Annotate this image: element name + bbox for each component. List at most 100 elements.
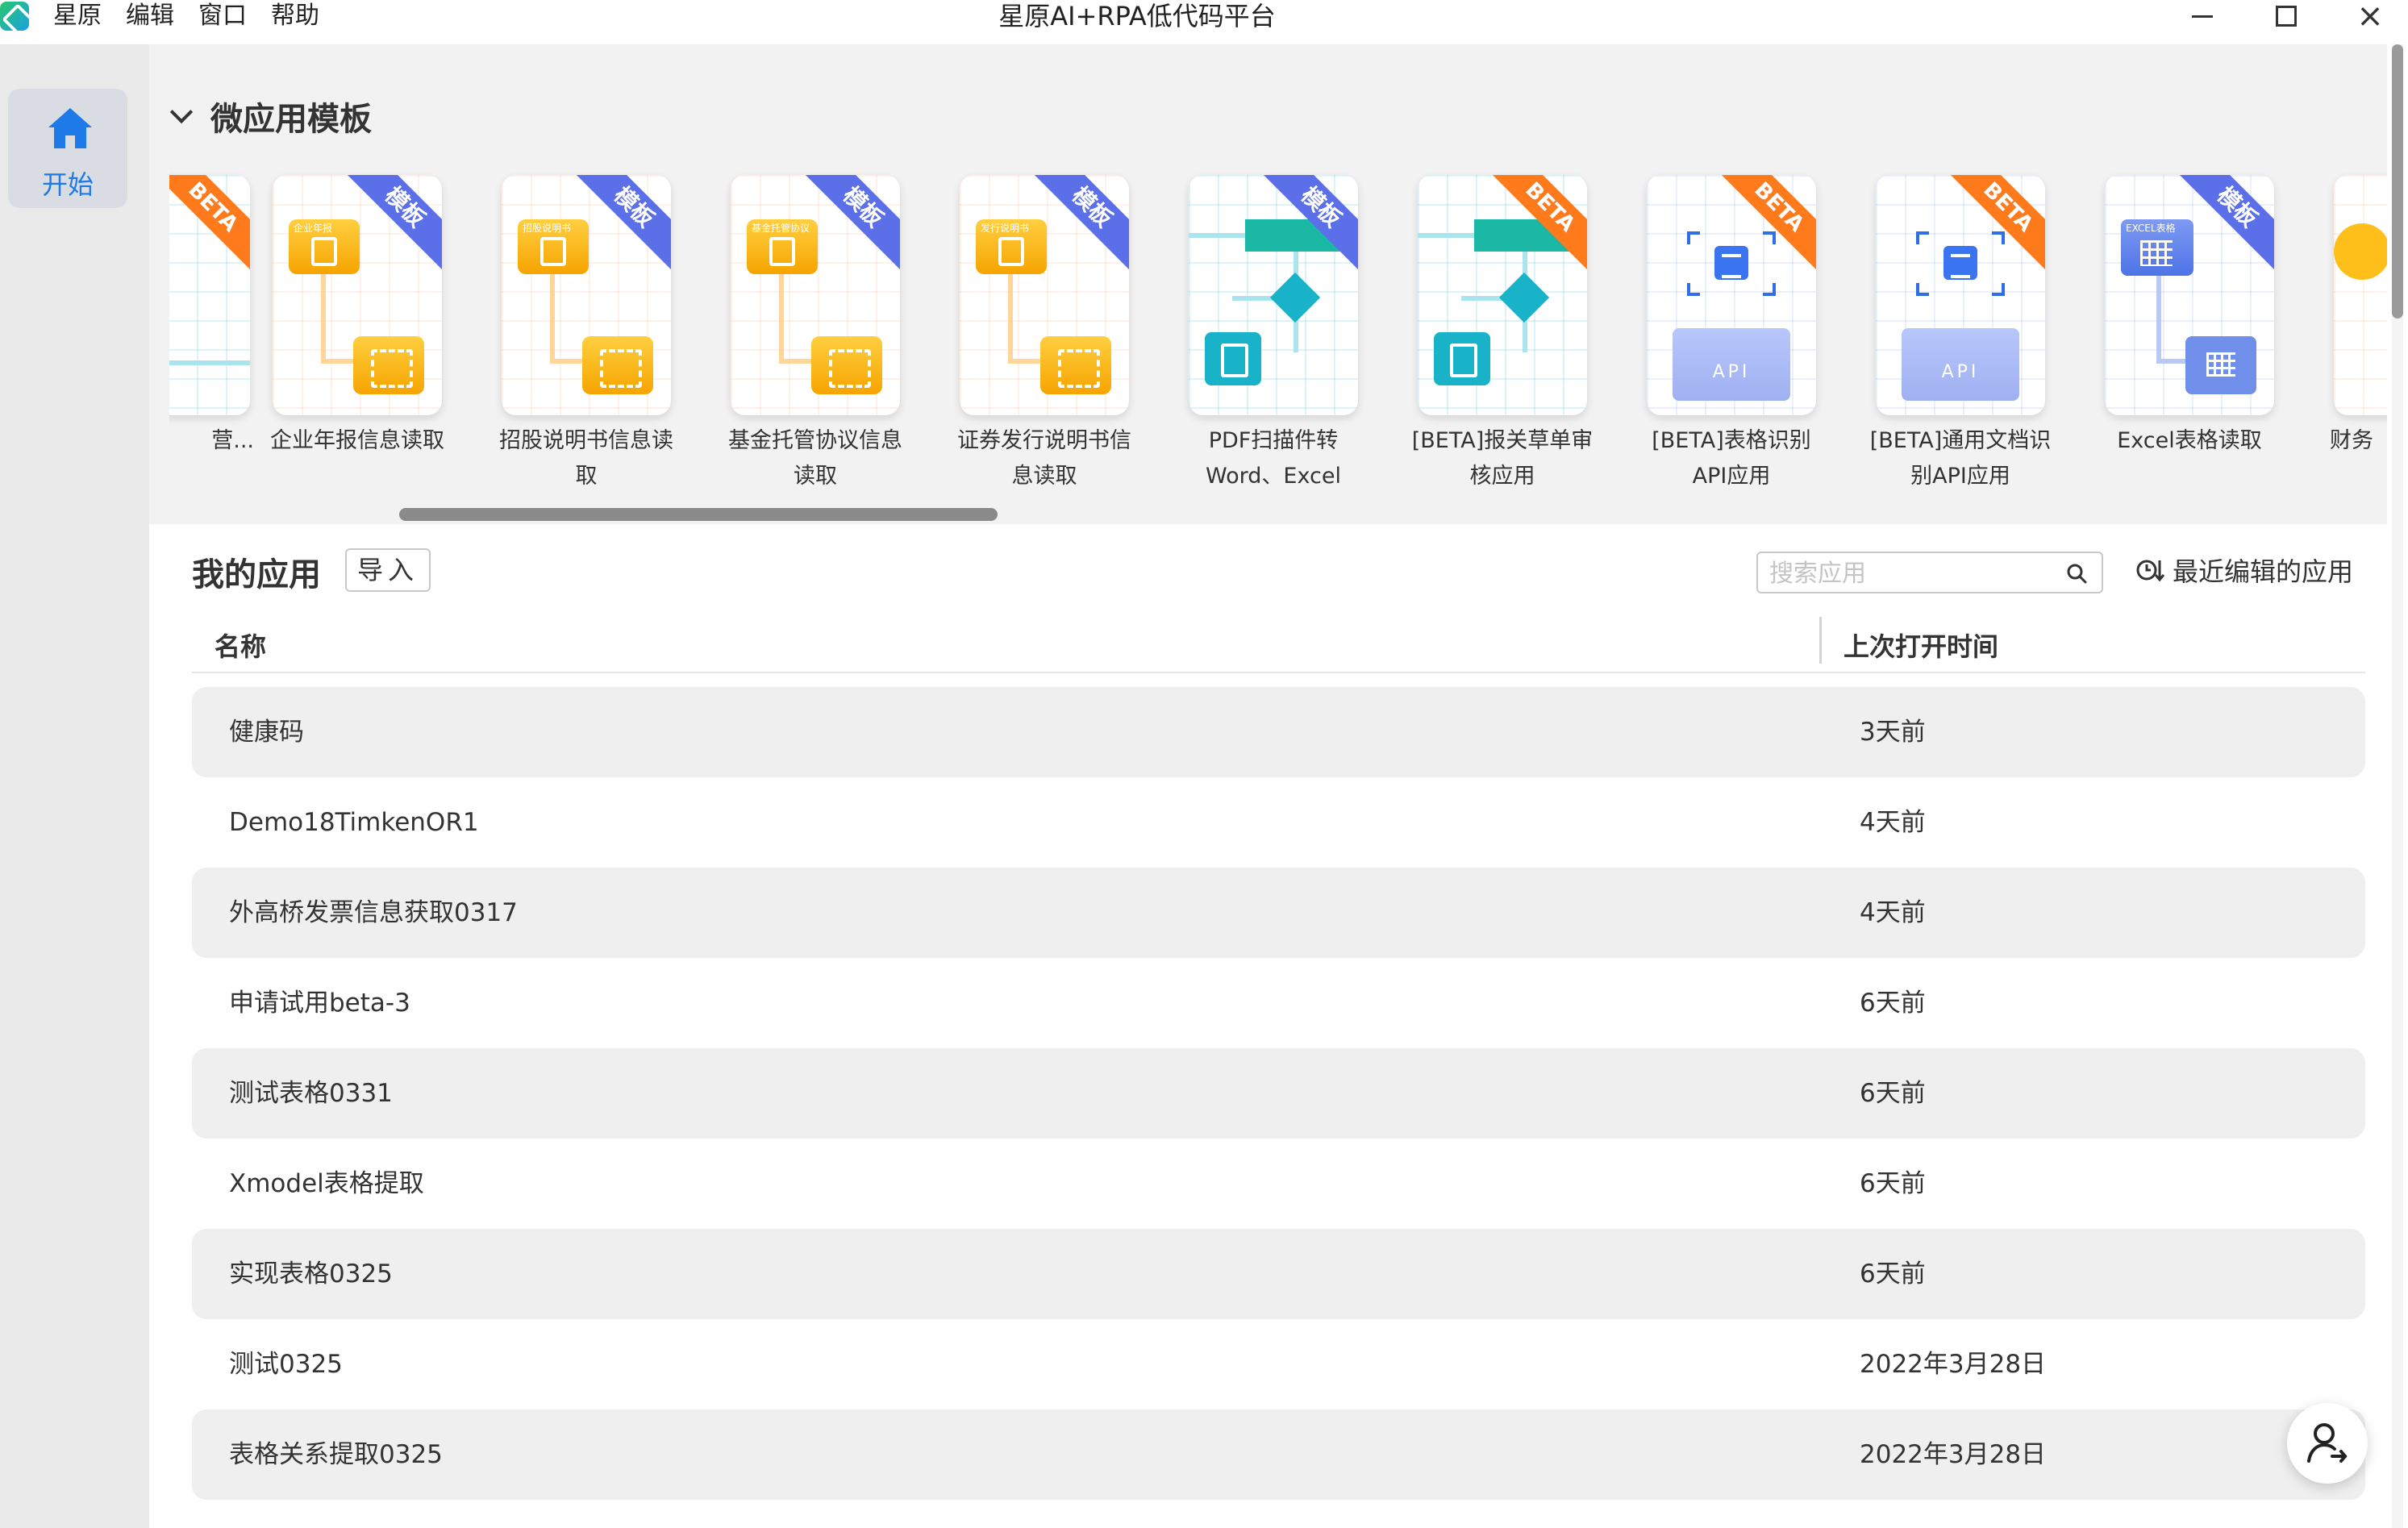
template-card-label: Excel表格读取 <box>2117 428 2262 453</box>
coin-icon <box>2334 223 2387 280</box>
document-icon: 企业年报 <box>289 219 360 274</box>
import-button[interactable]: 导入 <box>345 548 431 592</box>
template-card[interactable]: API BETA [BETA]表格识别API应用 <box>1647 175 1816 494</box>
app-name: 健康码 <box>229 718 304 747</box>
title-bar: 星原 编辑 窗口 帮助 星原AI+RPA低代码平台 × <box>0 0 2408 32</box>
template-card-label: 企业年报信息读取 <box>270 428 444 453</box>
app-name: Xmodel表格提取 <box>229 1169 424 1198</box>
search-field[interactable] <box>1756 552 2103 593</box>
last-opened-time: 6天前 <box>1860 1259 1926 1289</box>
spreadsheet-icon: EXCEL表格 <box>2121 219 2193 276</box>
table-row[interactable]: Xmodel表格提取 6天前 <box>192 1139 2365 1229</box>
document-icon: 基金托管协议 <box>747 219 818 274</box>
table-row[interactable]: 测试表格0331 6天前 <box>192 1048 2365 1139</box>
document-icon <box>1205 332 1261 385</box>
close-button[interactable]: × <box>2334 0 2406 32</box>
last-opened-time: 3天前 <box>1860 718 1926 747</box>
close-icon: × <box>2356 0 2384 35</box>
text-recognition-icon <box>1916 231 2005 296</box>
sort-recent-button[interactable]: 最近编辑的应用 <box>2135 548 2353 592</box>
last-opened-time: 4天前 <box>1860 808 1926 837</box>
template-card[interactable]: EXCEL表格 模板 Excel表格读取 <box>2105 175 2274 459</box>
scan-icon <box>353 336 424 394</box>
template-card-label: 营... <box>211 428 254 453</box>
template-thumbnail: API BETA <box>1647 175 1816 415</box>
template-card[interactable]: BETA 营... <box>169 175 254 459</box>
template-section-header[interactable]: 微应用模板 <box>169 93 372 139</box>
app-name: 外高桥发票信息获取0317 <box>229 898 518 927</box>
template-card-label: 基金托管协议信息读取 <box>728 428 902 489</box>
app-name: 测试0325 <box>229 1350 343 1379</box>
app-name: 测试表格0331 <box>229 1079 393 1108</box>
user-assist-icon <box>2307 1423 2348 1463</box>
template-thumbnail: 基金托管协议 模板 <box>731 175 900 415</box>
scan-icon <box>582 336 653 394</box>
menu-edit[interactable]: 编辑 <box>126 0 174 32</box>
last-opened-time: 6天前 <box>1860 1169 1926 1198</box>
template-card-label: [BETA]通用文档识别API应用 <box>1869 428 2052 489</box>
menu-window[interactable]: 窗口 <box>198 0 247 32</box>
app-name: 申请试用beta-3 <box>229 989 410 1018</box>
template-card-label: 财务 <box>2330 428 2373 453</box>
table-row[interactable]: 测试0325 2022年3月28日 <box>192 1319 2365 1409</box>
api-box-icon: API <box>1902 328 2019 401</box>
menu-xingyuan[interactable]: 星原 <box>53 0 102 32</box>
sidebar-item-label: 开始 <box>41 169 94 200</box>
template-thumbnail: API BETA <box>1876 175 2045 415</box>
minimize-button[interactable] <box>2166 0 2239 32</box>
template-thumbnail: 企业年报 模板 <box>273 175 442 415</box>
template-card[interactable]: 发行说明书 模板 证券发行说明书信息读取 <box>957 175 1131 494</box>
column-divider[interactable] <box>1819 617 1822 664</box>
app-name: Demo18TimkenOR1 <box>229 808 479 837</box>
page-scrollbar-thumb[interactable] <box>2392 44 2403 319</box>
my-apps-title: 我的应用 <box>192 556 321 593</box>
template-card-label: [BETA]表格识别API应用 <box>1652 428 1811 489</box>
template-thumbnail: EXCEL表格 模板 <box>2105 175 2274 415</box>
user-support-button[interactable] <box>2287 1403 2368 1484</box>
search-icon[interactable] <box>2066 563 2087 584</box>
template-thumbnail: BETA <box>1418 175 1587 415</box>
chevron-down-icon[interactable] <box>169 100 194 124</box>
last-opened-time: 4天前 <box>1860 898 1926 927</box>
app-logo <box>0 2 29 31</box>
search-input[interactable] <box>1769 556 2060 590</box>
menu-help[interactable]: 帮助 <box>271 0 319 32</box>
page-scrollbar[interactable] <box>2392 44 2403 1528</box>
template-card-label: [BETA]报关草单审核应用 <box>1411 428 1594 489</box>
sort-label: 最近编辑的应用 <box>2173 556 2354 587</box>
template-thumbnail: 发行说明书 模板 <box>960 175 1129 415</box>
home-icon <box>48 108 92 148</box>
template-card-label: 证券发行说明书信息读取 <box>957 428 1131 489</box>
document-icon: 发行说明书 <box>976 219 1047 274</box>
last-opened-time: 6天前 <box>1860 989 1926 1018</box>
sidebar-item-start[interactable]: 开始 <box>8 89 127 208</box>
scan-icon <box>1040 336 1111 394</box>
table-row[interactable]: 申请试用beta-3 6天前 <box>192 958 2365 1048</box>
table-row[interactable]: 表格关系提取0325 2022年3月28日 <box>192 1409 2365 1500</box>
table-row[interactable]: 实现表格0325 6天前 <box>192 1229 2365 1319</box>
table-header: 名称 上次打开时间 <box>192 617 2365 673</box>
column-header-name[interactable]: 名称 <box>215 627 266 664</box>
document-icon <box>1434 332 1490 385</box>
template-card[interactable]: 模板 PDF扫描件转Word、Excel <box>1189 175 1358 494</box>
template-card[interactable]: 招股说明书 模板 招股说明书信息读取 <box>499 175 673 494</box>
column-header-last-opened[interactable]: 上次打开时间 <box>1843 627 1998 664</box>
text-recognition-icon <box>1687 231 1776 296</box>
window-title: 星原AI+RPA低代码平台 <box>998 1 1276 31</box>
template-scrollbar[interactable] <box>149 508 2387 521</box>
template-thumbnail: BETA <box>169 175 250 415</box>
template-card[interactable]: 财务 <box>2330 175 2387 459</box>
table-row[interactable]: 外高桥发票信息获取0317 4天前 <box>192 868 2365 958</box>
template-thumbnail: 模板 <box>1189 175 1358 415</box>
template-card[interactable]: BETA [BETA]报关草单审核应用 <box>1412 175 1593 494</box>
template-card[interactable]: 企业年报 模板 企业年报信息读取 <box>270 175 444 459</box>
table-row[interactable]: 健康码 3天前 <box>192 687 2365 777</box>
template-card[interactable]: 基金托管协议 模板 基金托管协议信息读取 <box>728 175 902 494</box>
maximize-button[interactable] <box>2250 0 2323 32</box>
api-box-icon: API <box>1673 328 1790 401</box>
minimize-icon <box>2192 15 2213 18</box>
template-scrollbar-thumb[interactable] <box>399 508 998 521</box>
template-card[interactable]: API BETA [BETA]通用文档识别API应用 <box>1870 175 2051 494</box>
last-opened-time: 2022年3月28日 <box>1860 1350 2047 1379</box>
table-row[interactable]: Demo18TimkenOR1 4天前 <box>192 777 2365 868</box>
